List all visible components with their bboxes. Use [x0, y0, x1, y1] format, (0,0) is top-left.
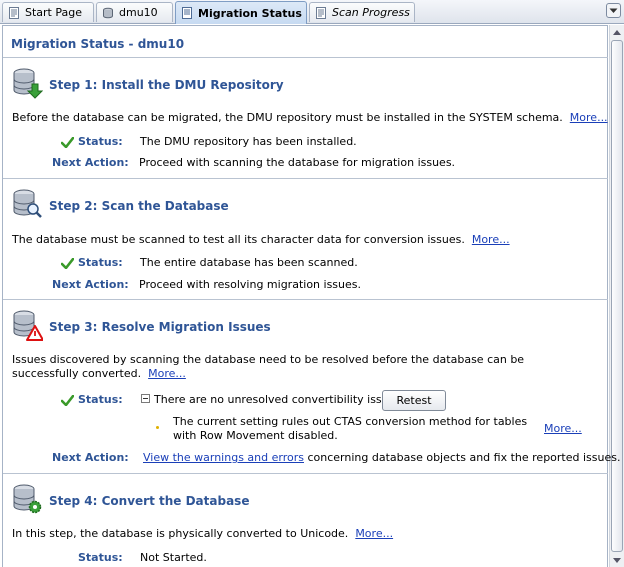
step-3-next-action-text: concerning database objects and fix the …: [303, 451, 621, 464]
checkmark-icon: [61, 258, 74, 269]
checkmark-icon: [61, 395, 74, 406]
step-3-more-link[interactable]: More...: [148, 367, 186, 380]
step-2-next-action-label: Next Action:: [52, 278, 129, 291]
tab-migration-status[interactable]: Migration Status: [175, 1, 307, 24]
divider: [3, 57, 608, 58]
step-1-next-action-value: Proceed with scanning the database for m…: [139, 156, 456, 169]
step-3-note: The current setting rules out CTAS conve…: [173, 415, 528, 442]
divider: [3, 299, 608, 300]
chevron-down-icon: [609, 8, 618, 13]
step-1-next-action-label: Next Action:: [52, 156, 129, 169]
editor-tab-bar: Start Page dmu10 Migration Status Scan P…: [0, 0, 624, 24]
step-3-title: Step 3: Resolve Migration Issues: [49, 320, 271, 334]
step-4-status-label: Status:: [78, 551, 123, 564]
migration-status-panel: [2, 25, 608, 567]
scroll-down-button[interactable]: [610, 553, 624, 567]
step-1-description: Before the database can be migrated, the…: [12, 111, 608, 124]
database-warning-icon: [13, 310, 43, 341]
step-1-description-text: Before the database can be migrated, the…: [12, 111, 563, 124]
step-4-description-text: In this step, the database is physically…: [12, 527, 349, 540]
step-4-status-value: Not Started.: [140, 551, 207, 564]
tab-label: Migration Status: [198, 6, 302, 20]
tab-label: dmu10: [119, 6, 158, 19]
checkmark-icon: [61, 137, 74, 148]
step-3-status-value: There are no unresolved convertibility i…: [154, 393, 405, 406]
step-3-note-more-link[interactable]: More...: [544, 422, 582, 435]
arrow-up-icon: [613, 29, 621, 35]
view-warnings-link[interactable]: View the warnings and errors: [143, 451, 304, 464]
database-convert-icon: [13, 484, 42, 514]
step-4-title: Step 4: Convert the Database: [49, 494, 250, 508]
scrollbar-thumb[interactable]: [611, 40, 623, 552]
divider: [3, 178, 608, 179]
step-2-description: The database must be scanned to test all…: [12, 233, 510, 246]
step-3-description: Issues discovered by scanning the databa…: [12, 353, 552, 381]
step-4-description: In this step, the database is physically…: [12, 527, 393, 540]
migration-status-icon: [182, 7, 192, 19]
database-install-icon: [13, 68, 43, 99]
step-4-more-link[interactable]: More...: [355, 527, 393, 540]
step-3-next-action-label: Next Action:: [52, 451, 129, 464]
step-2-status-label: Status:: [78, 256, 123, 269]
scan-progress-icon: [316, 6, 326, 19]
tab-list-dropdown-button[interactable]: [606, 3, 621, 18]
step-2-title: Step 2: Scan the Database: [49, 199, 229, 213]
step-1-more-link[interactable]: More...: [570, 111, 608, 124]
step-2-status-value: The entire database has been scanned.: [140, 256, 358, 269]
bullet-icon: [156, 426, 159, 429]
step-1-title: Step 1: Install the DMU Repository: [49, 78, 284, 92]
arrow-down-icon: [613, 557, 621, 563]
retest-button[interactable]: Retest: [382, 390, 446, 411]
tab-dmu10[interactable]: dmu10: [96, 2, 173, 22]
vertical-scrollbar[interactable]: [609, 25, 624, 567]
step-2-description-text: The database must be scanned to test all…: [12, 233, 465, 246]
step-3-next-action-value: View the warnings and errors concerning …: [143, 451, 620, 464]
collapse-toggle[interactable]: [141, 394, 150, 403]
step-1-status-label: Status:: [78, 135, 123, 148]
step-3-status-label: Status:: [78, 393, 123, 406]
scroll-up-button[interactable]: [610, 25, 624, 39]
page-title: Migration Status - dmu10: [11, 37, 185, 51]
step-2-more-link[interactable]: More...: [472, 233, 510, 246]
database-scan-icon: [13, 189, 42, 218]
tab-label: Start Page: [25, 6, 82, 19]
divider: [3, 473, 608, 474]
tab-label: Scan Progress: [332, 6, 410, 19]
step-3-description-text: Issues discovered by scanning the databa…: [12, 353, 525, 380]
tab-scan-progress[interactable]: Scan Progress: [309, 2, 415, 22]
start-page-icon: [9, 6, 19, 19]
database-icon: [103, 7, 113, 18]
step-1-status-value: The DMU repository has been installed.: [140, 135, 357, 148]
tab-start-page[interactable]: Start Page: [2, 2, 94, 22]
step-2-next-action-value: Proceed with resolving migration issues.: [139, 278, 361, 291]
